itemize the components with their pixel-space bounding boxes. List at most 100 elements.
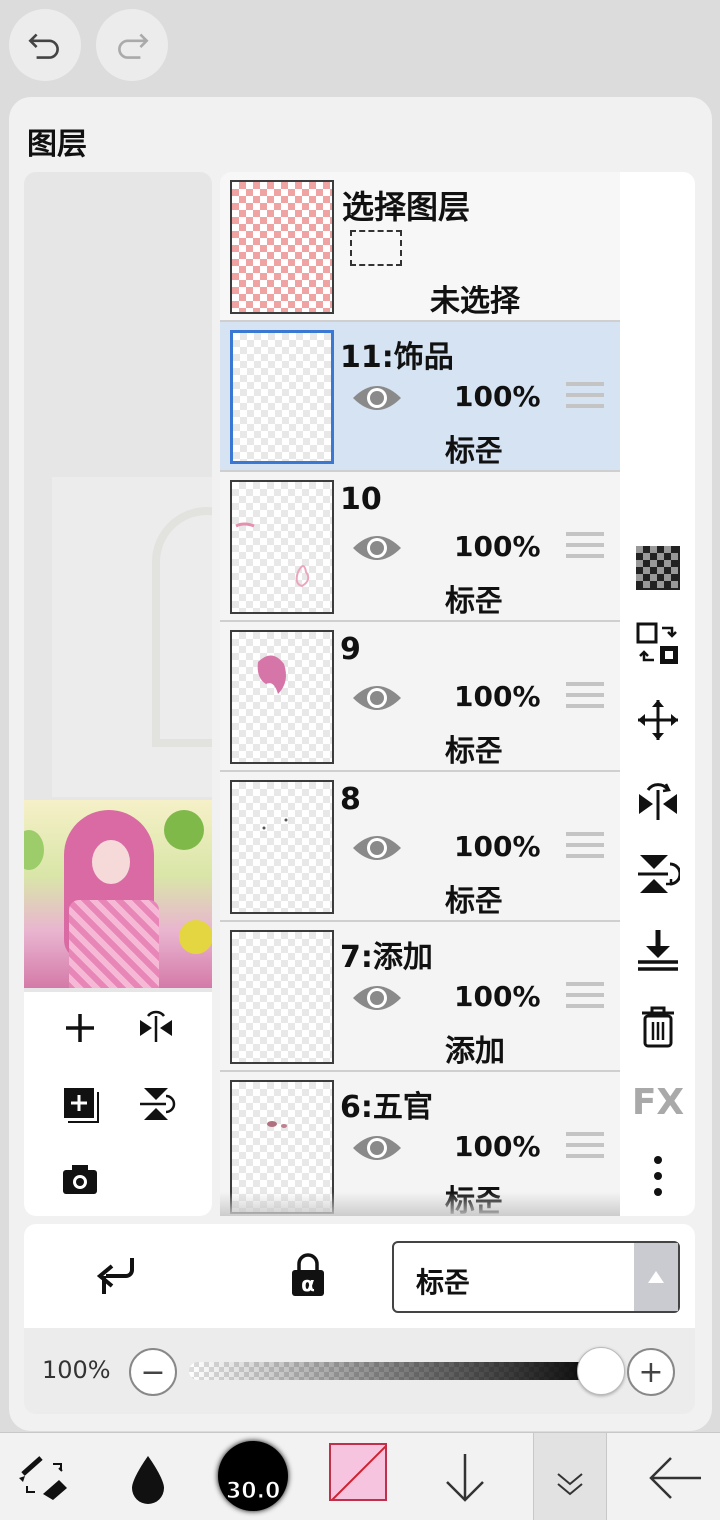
drag-handle-icon[interactable] bbox=[566, 382, 604, 412]
transparency-button[interactable] bbox=[634, 544, 682, 592]
merge-down-button[interactable] bbox=[634, 926, 682, 974]
add-layer-box-button[interactable] bbox=[56, 1080, 104, 1128]
merge-down-icon bbox=[638, 930, 678, 971]
drag-handle-icon[interactable] bbox=[566, 982, 604, 1012]
layer-name: 11:饰品 bbox=[340, 340, 454, 375]
flip-horizontal-side-button[interactable] bbox=[634, 776, 682, 824]
blend-mode-value: 标준 bbox=[416, 1266, 470, 1299]
layer-blend-mode: 标준 bbox=[445, 434, 503, 469]
drag-handle-icon[interactable] bbox=[566, 532, 604, 562]
layer-opacity: 100% bbox=[454, 1130, 541, 1163]
expand-button[interactable] bbox=[535, 1443, 605, 1513]
layer-row[interactable]: 9 100% 标준 bbox=[220, 622, 620, 772]
brush-size-value: 30.0 bbox=[225, 1479, 281, 1505]
layer-opacity: 100% bbox=[454, 380, 541, 413]
delete-layer-button[interactable] bbox=[634, 1002, 682, 1050]
brush-size-button[interactable]: 30.0 bbox=[218, 1441, 288, 1511]
move-button[interactable] bbox=[634, 696, 682, 744]
eye-icon[interactable] bbox=[350, 1130, 404, 1166]
fx-button[interactable]: FX bbox=[631, 1078, 685, 1126]
clipping-icon bbox=[96, 1258, 134, 1294]
layer-opacity: 100% bbox=[454, 680, 541, 713]
brush-eraser-icon bbox=[19, 1456, 67, 1500]
add-box-icon bbox=[64, 1088, 99, 1123]
layer-opacity: 100% bbox=[454, 980, 541, 1013]
layer-row[interactable]: 11:饰品 100% 标준 bbox=[220, 322, 620, 472]
undo-icon bbox=[28, 33, 59, 59]
more-vertical-icon bbox=[654, 1156, 662, 1196]
redo-button[interactable] bbox=[96, 9, 168, 81]
layer-blend-mode: 标준 bbox=[445, 884, 503, 919]
drop-icon bbox=[132, 1456, 164, 1504]
layer-thumbnail bbox=[230, 930, 334, 1064]
plus-icon: + bbox=[638, 1354, 664, 1390]
preview-ghost bbox=[52, 477, 212, 797]
select-layer-row[interactable]: 选择图层 未选择 bbox=[220, 172, 620, 322]
eye-icon[interactable] bbox=[350, 380, 404, 416]
eye-icon[interactable] bbox=[350, 530, 404, 566]
opacity-label: 100% bbox=[42, 1356, 111, 1384]
eye-icon[interactable] bbox=[350, 830, 404, 866]
swap-layers-button[interactable] bbox=[634, 620, 682, 668]
drag-handle-icon[interactable] bbox=[566, 1132, 604, 1162]
back-button[interactable] bbox=[640, 1443, 710, 1513]
layer-row[interactable]: 10 100% 标준 bbox=[220, 472, 620, 622]
drag-handle-icon[interactable] bbox=[566, 832, 604, 862]
layer-blend-mode: 标준 bbox=[445, 734, 503, 769]
blend-mode-select[interactable]: 标준 bbox=[392, 1241, 680, 1313]
tool-switch-button[interactable] bbox=[8, 1443, 78, 1513]
color-swatch-button[interactable] bbox=[329, 1443, 387, 1501]
flip-vertical-icon bbox=[638, 855, 680, 893]
canvas-thumbnail[interactable] bbox=[24, 800, 212, 988]
flip-horizontal-icon bbox=[639, 783, 677, 820]
more-options-button[interactable] bbox=[634, 1152, 682, 1200]
add-layer-button[interactable] bbox=[56, 1004, 104, 1052]
dropdown-arrow-icon[interactable] bbox=[634, 1243, 678, 1311]
layer-list: 选择图层 未选择 11:饰品 100% 标준 10 100% 标준 9 100%… bbox=[220, 172, 620, 1216]
layer-opacity: 100% bbox=[454, 530, 541, 563]
layer-name: 6:五官 bbox=[340, 1090, 433, 1125]
undo-button[interactable] bbox=[9, 9, 81, 81]
minus-icon: − bbox=[140, 1354, 166, 1390]
select-layer-title: 选择图层 bbox=[342, 188, 471, 226]
flip-vertical-side-button[interactable] bbox=[634, 850, 682, 898]
alpha-lock-button[interactable]: α bbox=[282, 1250, 334, 1302]
opacity-slider[interactable] bbox=[189, 1362, 609, 1380]
opacity-bar: 100% − + bbox=[24, 1328, 695, 1414]
flip-horizontal-button[interactable] bbox=[132, 1004, 180, 1052]
scroll-fade bbox=[220, 1192, 620, 1216]
layer-row[interactable]: 8 100% 标준 bbox=[220, 772, 620, 922]
selection-thumbnail bbox=[230, 180, 334, 314]
checkerboard-icon bbox=[636, 546, 680, 590]
layer-blend-mode: 添加 bbox=[445, 1034, 505, 1069]
swap-icon bbox=[636, 622, 678, 664]
opacity-decrease-button[interactable]: − bbox=[129, 1348, 177, 1396]
chevron-double-down-icon bbox=[557, 1473, 583, 1496]
layer-name: 8 bbox=[340, 782, 361, 817]
move-icon bbox=[638, 700, 678, 740]
trash-icon bbox=[642, 1006, 674, 1048]
camera-button[interactable] bbox=[56, 1156, 104, 1204]
layer-row[interactable]: 7:添加 100% 添加 bbox=[220, 922, 620, 1072]
blend-mode-bar: α 标준 bbox=[24, 1224, 695, 1328]
layer-down-button[interactable] bbox=[430, 1443, 500, 1513]
opacity-slider-knob[interactable] bbox=[577, 1347, 625, 1395]
select-layer-status: 未选择 bbox=[430, 284, 520, 319]
brush-tool-button[interactable] bbox=[113, 1443, 183, 1513]
layer-name: 7:添加 bbox=[340, 940, 433, 975]
redo-icon bbox=[118, 33, 149, 59]
fx-label: FX bbox=[631, 1081, 685, 1123]
drag-handle-icon[interactable] bbox=[566, 682, 604, 712]
layer-opacity: 100% bbox=[454, 830, 541, 863]
flip-vertical-button[interactable] bbox=[132, 1080, 180, 1128]
opacity-increase-button[interactable]: + bbox=[627, 1348, 675, 1396]
eye-icon[interactable] bbox=[350, 980, 404, 1016]
alpha-lock-icon: α bbox=[292, 1253, 324, 1296]
arrow-left-icon bbox=[649, 1457, 701, 1499]
arrow-down-icon bbox=[446, 1454, 484, 1502]
eye-icon[interactable] bbox=[350, 680, 404, 716]
bottom-toolbar: 30.0 bbox=[0, 1432, 720, 1520]
camera-icon bbox=[63, 1165, 97, 1194]
clipping-button[interactable] bbox=[90, 1250, 142, 1302]
layer-thumbnail bbox=[230, 480, 334, 614]
